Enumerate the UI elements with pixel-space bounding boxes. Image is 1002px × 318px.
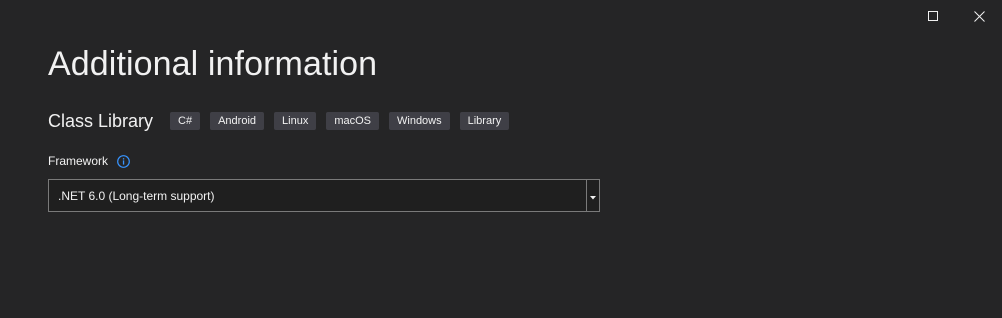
maximize-icon <box>928 11 938 21</box>
dropdown-toggle-button[interactable] <box>586 180 599 211</box>
tag-platform-macos: macOS <box>326 112 379 130</box>
tag-project-type: Library <box>459 112 510 130</box>
window-controls <box>910 0 1002 32</box>
template-name: Class Library <box>48 111 154 131</box>
framework-label-row: Framework <box>48 153 130 169</box>
framework-label: Framework <box>48 154 109 168</box>
info-icon[interactable] <box>116 154 130 168</box>
framework-selected-value: .NET 6.0 (Long-term support) <box>58 188 215 203</box>
page-title: Additional information <box>48 45 378 83</box>
template-info: Class Library C# Android Linux macOS Win… <box>48 110 519 132</box>
framework-dropdown[interactable]: .NET 6.0 (Long-term support) <box>48 179 600 212</box>
close-icon <box>973 10 985 22</box>
tag-platform-android: Android <box>210 112 265 130</box>
maximize-button[interactable] <box>910 0 956 32</box>
caret-down-icon <box>590 187 596 205</box>
tag-platform-linux: Linux <box>274 112 317 130</box>
tag-language: C# <box>170 112 201 130</box>
close-button[interactable] <box>956 0 1002 32</box>
tag-platform-windows: Windows <box>389 112 450 130</box>
